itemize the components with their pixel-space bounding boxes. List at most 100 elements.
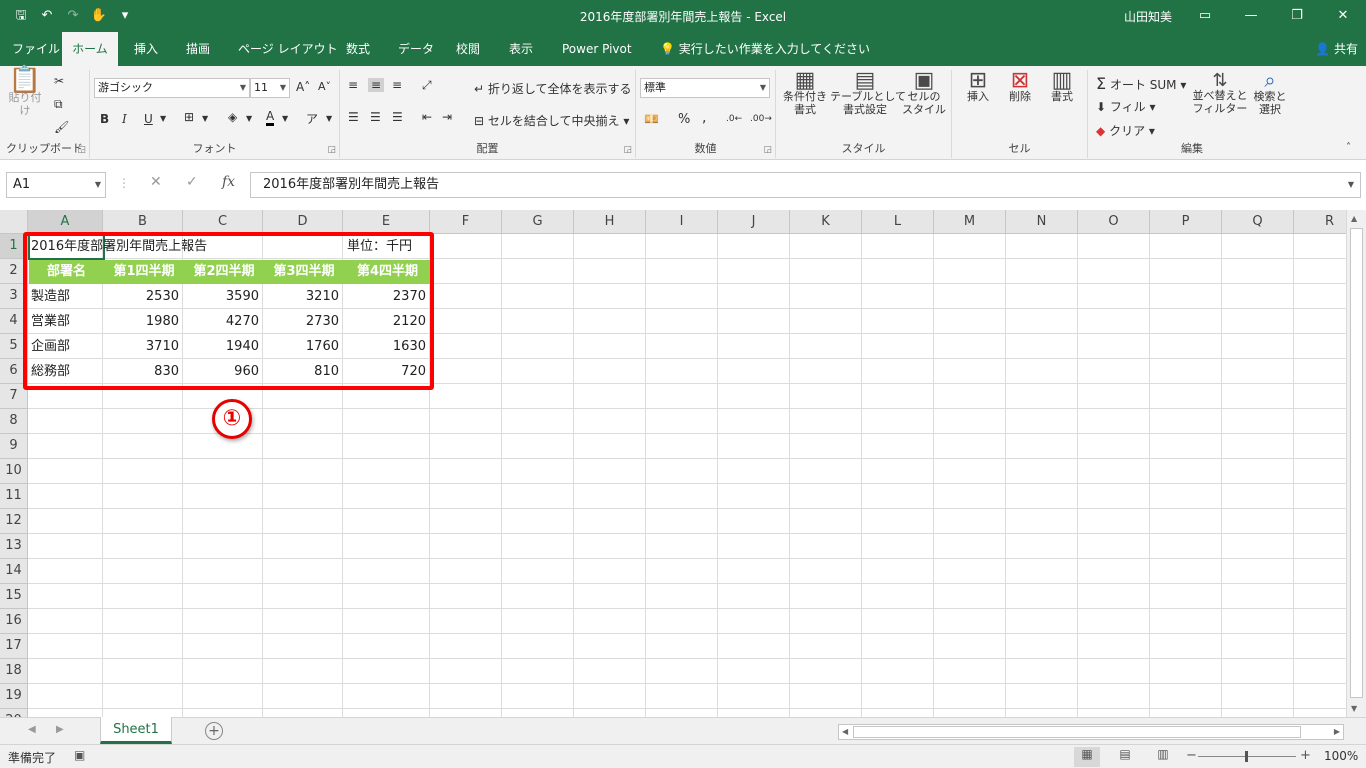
page-break-view-icon[interactable]: ▥ <box>1150 747 1176 767</box>
name-box[interactable]: A1 ▼ <box>6 172 106 198</box>
vertical-scrollbar[interactable]: ▲ ▼ <box>1346 210 1366 717</box>
align-middle-icon[interactable]: ≡ <box>368 78 385 92</box>
cut-icon[interactable]: ✂ <box>54 74 64 88</box>
restore-button[interactable]: ❐ <box>1274 0 1320 32</box>
shrink-font-button[interactable]: A˅ <box>318 80 331 93</box>
tab-formulas[interactable]: 数式 <box>336 32 380 66</box>
grow-font-button[interactable]: A˄ <box>296 80 310 94</box>
chevron-down-icon[interactable]: ▼ <box>202 114 208 123</box>
fill-button[interactable]: ⬇ フィル ▾ <box>1096 98 1156 115</box>
cell-styles-button[interactable]: ▣ セルの スタイル <box>900 70 948 117</box>
prev-sheet-icon[interactable]: ◀ <box>28 724 36 735</box>
row-header-11[interactable]: 11 <box>0 484 28 509</box>
number-launcher-icon[interactable]: ◲ <box>763 145 772 155</box>
merge-center-button[interactable]: ⊟ セルを結合して中央揃え ▾ <box>474 112 629 129</box>
font-size-select[interactable]: 11 ▼ <box>250 78 290 98</box>
row-header-10[interactable]: 10 <box>0 459 28 484</box>
select-all-button[interactable] <box>0 210 28 234</box>
worksheet-grid[interactable]: ABCDEFGHIJKLMNOPQR 1 2 3 4 5 6 7 8 9 10 11 12 13 14 15… <box>0 210 1346 717</box>
align-top-icon[interactable]: ≡ <box>348 78 358 92</box>
row-header-12[interactable]: 12 <box>0 509 28 534</box>
column-header-n[interactable]: N <box>1006 210 1078 234</box>
share-button[interactable]: 👤 共有 <box>1315 32 1358 66</box>
row-header-14[interactable]: 14 <box>0 559 28 584</box>
font-color-button[interactable]: A <box>266 110 275 126</box>
tab-insert[interactable]: 挿入 <box>124 32 168 66</box>
column-header-c[interactable]: C <box>183 210 263 234</box>
format-cells-button[interactable]: ▥ 書式 <box>1042 70 1082 104</box>
cancel-entry-button[interactable]: ✕ <box>150 174 162 190</box>
row-header-20[interactable]: 20 <box>0 709 28 717</box>
column-header-r[interactable]: R <box>1294 210 1346 234</box>
align-bottom-icon[interactable]: ≡ <box>392 78 402 92</box>
insert-function-button[interactable]: fx <box>222 174 235 190</box>
paste-button[interactable]: 📋 貼り付け <box>4 67 46 117</box>
decrease-indent-icon[interactable]: ⇤ <box>422 110 432 124</box>
column-header-e[interactable]: E <box>343 210 430 234</box>
row-header-15[interactable]: 15 <box>0 584 28 609</box>
copy-icon[interactable]: ⧉ <box>54 97 63 112</box>
user-name[interactable]: 山田知美 <box>1124 8 1172 25</box>
zoom-slider-knob[interactable] <box>1245 751 1248 762</box>
column-header-k[interactable]: K <box>790 210 862 234</box>
underline-button[interactable]: U <box>144 112 153 126</box>
sheet-tab-sheet1[interactable]: Sheet1 <box>100 717 172 744</box>
chevron-down-icon[interactable]: ▼ <box>326 114 332 123</box>
wrap-text-button[interactable]: ↵ 折り返して全体を表示する <box>474 80 632 97</box>
bold-button[interactable]: B <box>100 112 109 126</box>
column-header-f[interactable]: F <box>430 210 502 234</box>
clear-button[interactable]: ◆ クリア ▾ <box>1096 122 1155 139</box>
collapse-ribbon-icon[interactable]: ˄ <box>1346 142 1351 153</box>
insert-cells-button[interactable]: ⊞ 挿入 <box>958 70 998 104</box>
row-header-17[interactable]: 17 <box>0 634 28 659</box>
row-header-13[interactable]: 13 <box>0 534 28 559</box>
vertical-scroll-thumb[interactable] <box>1350 228 1363 698</box>
page-layout-view-icon[interactable]: ▤ <box>1112 747 1138 767</box>
increase-decimal-icon[interactable]: .0← <box>726 114 742 124</box>
autosum-button[interactable]: Σ オート SUM ▾ <box>1096 74 1186 93</box>
font-name-select[interactable]: 游ゴシック ▼ <box>94 78 250 98</box>
clipboard-launcher-icon[interactable]: ◲ <box>77 145 86 155</box>
column-header-o[interactable]: O <box>1078 210 1150 234</box>
horizontal-scrollbar[interactable]: ◀ ▶ <box>838 724 1344 740</box>
chevron-down-icon[interactable]: ▼ <box>246 114 252 123</box>
zoom-level[interactable]: 100% <box>1324 749 1358 763</box>
row-header-19[interactable]: 19 <box>0 684 28 709</box>
normal-view-icon[interactable]: ▦ <box>1074 747 1100 767</box>
tab-power-pivot[interactable]: Power Pivot <box>552 32 642 66</box>
column-header-l[interactable]: L <box>862 210 934 234</box>
currency-icon[interactable]: 💴 <box>644 112 659 126</box>
tab-file[interactable]: ファイル <box>2 32 70 66</box>
ribbon-display-options-button[interactable]: ▭ <box>1182 0 1228 32</box>
column-header-i[interactable]: I <box>646 210 718 234</box>
tab-review[interactable]: 校閲 <box>446 32 490 66</box>
find-select-button[interactable]: ⌕ 検索と 選択 <box>1248 70 1292 116</box>
horizontal-scroll-thumb[interactable] <box>853 726 1301 738</box>
chevron-down-icon[interactable]: ▼ <box>282 114 288 123</box>
number-format-select[interactable]: 標準 ▼ <box>640 78 770 98</box>
delete-cells-button[interactable]: ⊠ 削除 <box>1000 70 1040 104</box>
add-sheet-button[interactable]: + <box>205 722 223 740</box>
align-left-icon[interactable]: ☰ <box>348 110 359 124</box>
row-header-8[interactable]: 8 <box>0 409 28 434</box>
row-header-16[interactable]: 16 <box>0 609 28 634</box>
zoom-in-button[interactable]: + <box>1300 748 1311 763</box>
chevron-down-icon[interactable]: ▼ <box>160 114 166 123</box>
column-header-q[interactable]: Q <box>1222 210 1294 234</box>
column-header-b[interactable]: B <box>103 210 183 234</box>
tab-view[interactable]: 表示 <box>499 32 543 66</box>
column-header-d[interactable]: D <box>263 210 343 234</box>
tell-me-search[interactable]: 💡 実行したい作業を入力してください <box>660 32 870 66</box>
fill-color-icon[interactable]: ◈ <box>228 110 237 124</box>
column-header-h[interactable]: H <box>574 210 646 234</box>
column-header-p[interactable]: P <box>1150 210 1222 234</box>
confirm-entry-button[interactable]: ✓ <box>186 174 198 190</box>
scroll-left-icon[interactable]: ◀ <box>842 725 848 739</box>
comma-button[interactable]: , <box>702 110 706 126</box>
close-button[interactable]: ✕ <box>1320 0 1366 32</box>
percent-button[interactable]: % <box>678 112 690 127</box>
borders-icon[interactable]: ⊞ <box>184 110 194 124</box>
scroll-right-icon[interactable]: ▶ <box>1334 725 1340 739</box>
format-painter-icon[interactable]: 🖌 <box>54 120 69 134</box>
row-header-18[interactable]: 18 <box>0 659 28 684</box>
